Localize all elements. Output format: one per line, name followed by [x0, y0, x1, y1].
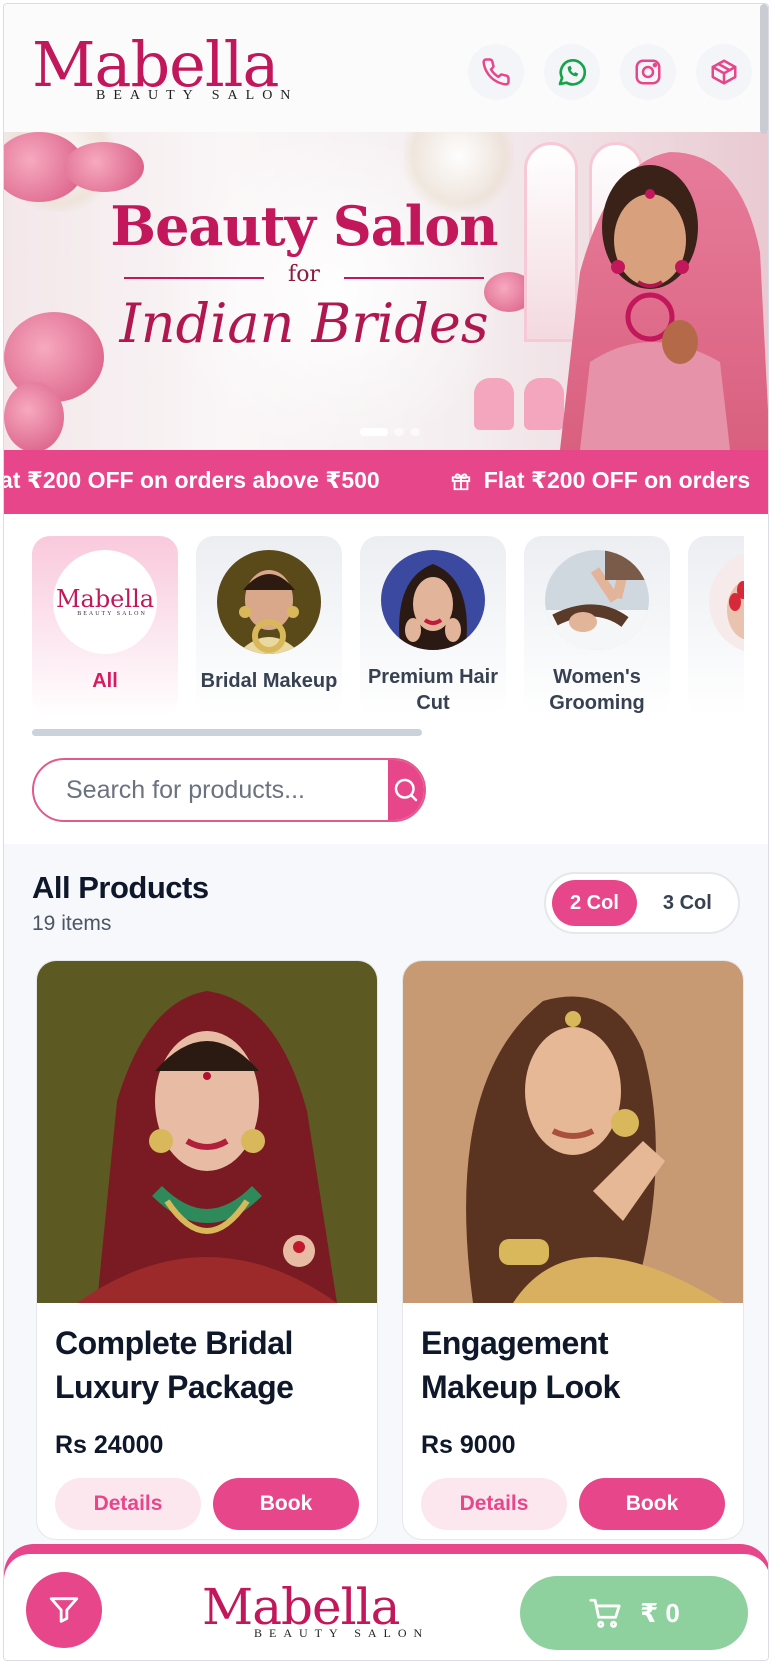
instagram-icon[interactable] — [620, 44, 676, 100]
filter-button[interactable] — [26, 1572, 102, 1648]
page-scrollbar[interactable] — [760, 4, 768, 134]
product-image — [37, 961, 377, 1303]
carousel-dot[interactable] — [394, 428, 404, 436]
category-chip-all[interactable]: Mabella BEAUTY SALON All — [32, 536, 178, 716]
item-count: 19 items — [32, 912, 112, 935]
brand-logo[interactable]: Mabella BEAUTY SALON — [32, 34, 298, 104]
category-image — [217, 550, 321, 654]
phone-icon[interactable] — [468, 44, 524, 100]
offer-ticker: at ₹200 OFF on orders above ₹500 Flat ₹2… — [4, 450, 768, 514]
product-actions: Details Book — [55, 1478, 359, 1530]
mini-logo-tagline: BEAUTY SALON — [77, 611, 147, 617]
cart-button[interactable]: ₹ 0 — [520, 1576, 748, 1650]
category-label: Women's Grooming — [549, 666, 645, 714]
bottom-bar: Mabella BEAUTY SALON ₹ 0 — [4, 1554, 768, 1660]
product-image — [403, 961, 743, 1303]
search-input[interactable] — [34, 760, 388, 820]
ticker-text: Flat ₹200 OFF on orders — [483, 467, 751, 493]
logo-tagline: BEAUTY SALON — [96, 88, 299, 103]
category-image — [381, 550, 485, 650]
bottom-logo[interactable]: Mabella BEAUTY SALON — [202, 1582, 429, 1641]
ticker-text: at ₹200 OFF on orders above ₹500 — [4, 467, 380, 493]
section-title: All Products — [32, 870, 209, 905]
carousel-dot[interactable] — [360, 428, 388, 436]
product-price: Rs 9000 — [421, 1431, 516, 1459]
logo-tagline: BEAUTY SALON — [254, 1626, 430, 1640]
category-scroller[interactable]: Mabella BEAUTY SALON All Bridal Makeup P… — [32, 536, 744, 716]
category-section: Mabella BEAUTY SALON All Bridal Makeup P… — [4, 514, 768, 844]
gift-icon — [451, 473, 470, 490]
product-card-body: Engagement Makeup Look Rs 9000 Details B… — [403, 1303, 743, 1530]
flower-decoration — [64, 142, 144, 192]
search-button[interactable] — [388, 760, 424, 820]
mini-logo-wordmark: Mabella — [55, 585, 155, 613]
hero-banner[interactable]: Beauty Salon for Indian Brides — [4, 132, 768, 450]
package-icon[interactable] — [696, 44, 752, 100]
product-actions: Details Book — [421, 1478, 725, 1530]
category-chip-premium-hair-cut[interactable]: Premium Hair Cut — [360, 536, 506, 716]
category-image — [545, 550, 649, 650]
logo-wordmark: Mabella — [32, 28, 279, 101]
cart-total: ₹ 0 — [640, 1597, 680, 1628]
column-toggle: 2 Col 3 Col — [544, 872, 740, 934]
products-header: All Products 19 items — [32, 870, 209, 936]
search-bar — [32, 758, 426, 822]
product-card[interactable]: Complete Bridal Luxury Package Rs 24000 … — [36, 960, 378, 1540]
app-frame: Mabella BEAUTY SALON Beauty Salon for In… — [3, 3, 769, 1661]
product-card-body: Complete Bridal Luxury Package Rs 24000 … — [37, 1303, 377, 1530]
chair-decoration — [474, 378, 514, 430]
category-chip-nails[interactable]: Na — [688, 536, 744, 716]
product-title: Complete Bridal Luxury Package — [55, 1325, 294, 1405]
product-grid: Complete Bridal Luxury Package Rs 24000 … — [36, 960, 746, 1540]
ticker-item: at ₹200 OFF on orders above ₹500 — [4, 467, 380, 494]
category-chip-bridal-makeup[interactable]: Bridal Makeup — [196, 536, 342, 716]
details-button[interactable]: Details — [55, 1478, 201, 1530]
book-button[interactable]: Book — [213, 1478, 359, 1530]
header-actions — [468, 44, 752, 100]
cart-icon — [589, 1598, 621, 1628]
three-column-button[interactable]: 3 Col — [645, 880, 730, 926]
category-scrollbar[interactable] — [32, 729, 422, 736]
category-label: Bridal Makeup — [200, 670, 338, 692]
details-button[interactable]: Details — [421, 1478, 567, 1530]
category-chip-womens-grooming[interactable]: Women's Grooming — [524, 536, 670, 716]
whatsapp-icon[interactable] — [544, 44, 600, 100]
carousel-dot[interactable] — [410, 428, 420, 436]
carousel-dots — [360, 428, 420, 436]
flower-decoration — [4, 382, 64, 450]
category-label: Premium Hair Cut — [367, 666, 499, 714]
banner-connector: for — [114, 262, 494, 287]
ticker-item: Flat ₹200 OFF on orders — [450, 467, 751, 494]
product-card[interactable]: Engagement Makeup Look Rs 9000 Details B… — [402, 960, 744, 1540]
category-label: All — [92, 670, 118, 692]
two-column-button[interactable]: 2 Col — [552, 880, 637, 926]
search-icon — [394, 778, 418, 802]
product-price: Rs 24000 — [55, 1431, 164, 1459]
category-logo-image: Mabella BEAUTY SALON — [53, 550, 157, 654]
header: Mabella BEAUTY SALON — [4, 4, 768, 132]
product-title: Engagement Makeup Look — [421, 1325, 620, 1405]
bride-illustration — [560, 152, 768, 450]
logo-wordmark: Mabella — [202, 1578, 400, 1636]
book-button[interactable]: Book — [579, 1478, 725, 1530]
ticker-track: at ₹200 OFF on orders above ₹500 Flat ₹2… — [4, 467, 750, 494]
banner-title: Beauty Salon — [110, 194, 498, 258]
category-image — [709, 550, 744, 654]
filter-icon — [49, 1597, 79, 1623]
banner-subtitle: Indian Brides — [119, 292, 489, 355]
